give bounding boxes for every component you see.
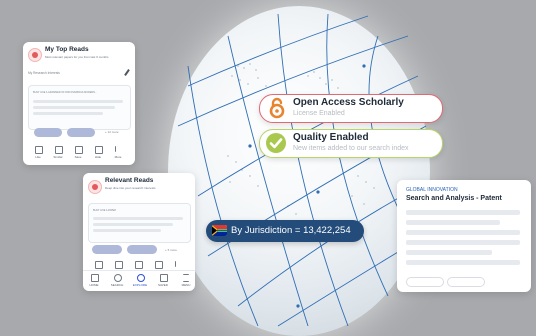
summary-line	[93, 217, 183, 220]
summary-line	[33, 106, 115, 109]
bottom-nav	[83, 270, 195, 271]
interest-chip[interactable]	[92, 245, 122, 254]
summary-line	[33, 100, 123, 103]
menu-icon[interactable]	[183, 274, 189, 282]
summary-placeholder: BUILT LIKE A GRAMMER OF DISCOVERINGS MOD…	[33, 91, 97, 94]
top-reads-summary-box: BUILT LIKE A GRAMMER OF DISCOVERINGS MOD…	[28, 85, 131, 130]
content-placeholder-line	[406, 250, 492, 255]
content-placeholder-line	[406, 210, 520, 215]
top-reads-card[interactable]: My Top Reads Most relevant papers for yo…	[23, 42, 135, 165]
relevant-reads-subtitle: Deep dive into your research interests	[105, 186, 156, 190]
action-save-label: Save	[74, 155, 82, 159]
hero-collage: My Top Reads Most relevant papers for yo…	[0, 0, 536, 336]
relevant-summary-box: BUILT LIKE A PAPER	[88, 203, 191, 243]
content-placeholder-line	[406, 230, 520, 235]
nav-menu-label[interactable]: MENU	[177, 283, 195, 287]
like-icon[interactable]	[95, 261, 103, 269]
filter-chip[interactable]	[406, 277, 444, 287]
save-icon[interactable]	[75, 146, 83, 154]
similar-icon[interactable]	[55, 146, 63, 154]
globe-arcs	[177, 13, 427, 327]
like-icon[interactable]	[35, 146, 43, 154]
action-hide-label: Hide	[94, 155, 102, 159]
interest-chip[interactable]	[127, 245, 157, 254]
explore-icon[interactable]	[137, 274, 145, 282]
interest-chip[interactable]	[67, 128, 95, 137]
more-icon[interactable]	[115, 146, 122, 152]
open-access-lock-icon	[269, 97, 285, 119]
quality-badge: Quality Enabled New items added to our s…	[259, 129, 443, 158]
checkmark-icon	[266, 133, 286, 153]
summary-line	[93, 223, 173, 226]
content-placeholder-line	[406, 220, 500, 225]
hide-icon[interactable]	[155, 261, 163, 269]
action-more-label: More	[114, 155, 122, 159]
jurisdiction-badge[interactable]: By Jurisdiction = 13,422,254	[206, 220, 364, 242]
relevant-reads-title: Relevant Reads	[105, 177, 154, 184]
interest-chip[interactable]	[34, 128, 62, 137]
hide-icon[interactable]	[95, 146, 103, 154]
more-icon[interactable]	[175, 261, 182, 267]
content-placeholder-line	[406, 260, 520, 265]
action-like-label: Like	[35, 155, 41, 159]
open-access-title: Open Access Scholarly	[293, 97, 404, 108]
summary-placeholder: BUILT LIKE A PAPER	[93, 209, 116, 212]
nav-home-label[interactable]: HOME	[85, 283, 103, 287]
relevant-reads-card[interactable]: Relevant Reads Deep dive into your resea…	[83, 173, 195, 291]
nav-search-label[interactable]: SEARCH	[108, 283, 126, 287]
top-reads-title: My Top Reads	[45, 46, 89, 53]
app-logo-icon	[88, 180, 102, 194]
nav-explore-label[interactable]: EXPLORE	[131, 283, 149, 287]
more-chips-label[interactable]: + 5 more	[165, 248, 177, 252]
more-chips-label[interactable]: + 12 more	[105, 130, 119, 134]
top-reads-subtitle: Most relevant papers for you from last 6…	[45, 55, 109, 59]
similar-icon[interactable]	[115, 261, 123, 269]
saved-icon[interactable]	[160, 274, 168, 282]
home-icon[interactable]	[91, 274, 99, 282]
search-icon[interactable]	[114, 274, 122, 282]
jurisdiction-text: By Jurisdiction = 13,422,254	[231, 225, 351, 236]
summary-line	[93, 229, 161, 232]
global-innovation-card[interactable]: GLOBAL INNOVATION Search and Analysis - …	[397, 180, 531, 292]
global-innovation-kicker: GLOBAL INNOVATION	[406, 187, 458, 193]
globe-lines	[177, 13, 427, 327]
open-access-badge: Open Access Scholarly License Enabled	[259, 94, 443, 123]
research-interests-label[interactable]: My Research Interests	[28, 71, 60, 75]
app-logo-icon	[28, 48, 42, 62]
quality-title: Quality Enabled	[293, 132, 369, 143]
nav-saved-label[interactable]: SAVED	[154, 283, 172, 287]
summary-line	[33, 112, 103, 115]
content-placeholder-line	[406, 240, 520, 245]
south-africa-flag-icon	[212, 225, 227, 236]
filter-chip[interactable]	[447, 277, 485, 287]
open-access-subtitle: License Enabled	[293, 110, 345, 117]
globe-graphic	[168, 6, 430, 336]
edit-icon[interactable]	[124, 69, 130, 76]
save-icon[interactable]	[135, 261, 143, 269]
quality-subtitle: New items added to our search index	[293, 145, 409, 152]
global-innovation-title: Search and Analysis - Patent	[406, 195, 502, 202]
action-similar-label: Similar	[53, 155, 63, 159]
